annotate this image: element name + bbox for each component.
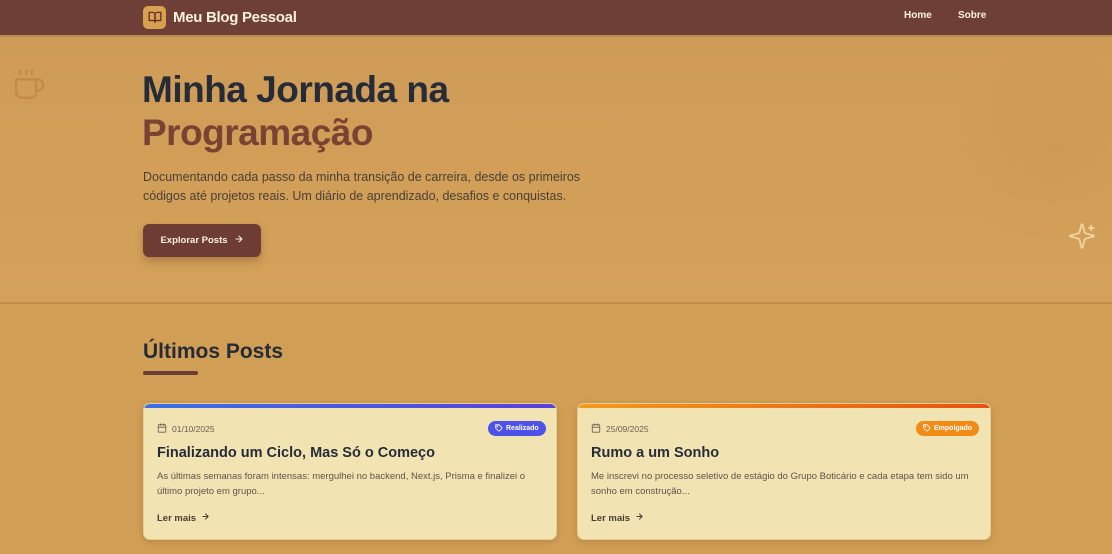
brand-link[interactable]: Meu Blog Pessoal xyxy=(143,5,297,29)
post-tag-badge: Empolgado xyxy=(916,421,980,436)
arrow-right-icon xyxy=(635,512,644,524)
arrow-right-icon xyxy=(201,512,210,524)
top-navbar: Meu Blog Pessoal Home Sobre xyxy=(0,0,1112,37)
post-tag-badge: Realizado xyxy=(488,421,546,436)
post-title[interactable]: Rumo a um Sonho xyxy=(591,445,981,461)
post-card[interactable]: 25/09/2025 Empolgado Rumo a um Sonho Me … xyxy=(577,403,991,540)
tag-icon xyxy=(495,423,503,434)
card-accent-bar xyxy=(144,404,556,408)
read-more-label: Ler mais xyxy=(157,512,197,524)
post-date-text: 25/09/2025 xyxy=(606,424,649,434)
post-title[interactable]: Finalizando um Ciclo, Mas Só o Começo xyxy=(157,445,547,461)
nav-link-home[interactable]: Home xyxy=(904,10,932,21)
section-title-underline xyxy=(143,371,198,375)
book-icon xyxy=(143,5,166,29)
hero-decorative-glow xyxy=(952,47,1112,247)
read-more-label: Ler mais xyxy=(591,512,631,524)
post-date: 25/09/2025 xyxy=(591,423,649,435)
sparkles-icon xyxy=(1068,222,1096,255)
post-date: 01/10/2025 xyxy=(157,423,215,435)
post-tag-label: Realizado xyxy=(506,425,539,432)
coffee-cup-icon xyxy=(12,68,46,107)
calendar-icon xyxy=(591,423,601,435)
explore-posts-button[interactable]: Explorar Posts xyxy=(143,224,261,257)
post-card[interactable]: 01/10/2025 Realizado Finalizando um Cicl… xyxy=(143,403,557,540)
latest-posts-title: Últimos Posts xyxy=(143,340,284,363)
arrow-right-icon xyxy=(234,234,244,247)
post-excerpt: As últimas semanas foram intensas: mergu… xyxy=(157,471,526,497)
post-excerpt: Me inscrevi no processo seletivo de está… xyxy=(591,471,969,497)
hero-title-line1: Minha Jornada na xyxy=(142,69,449,110)
hero-section: Minha Jornada na Programação Documentand… xyxy=(0,37,1112,304)
hero-title-accent: Programação xyxy=(142,112,374,153)
tag-icon xyxy=(923,423,931,434)
read-more-link[interactable]: Ler mais xyxy=(157,512,210,524)
brand-title: Meu Blog Pessoal xyxy=(173,8,297,26)
nav-link-sobre[interactable]: Sobre xyxy=(958,10,986,21)
card-accent-bar xyxy=(578,404,990,408)
read-more-link[interactable]: Ler mais xyxy=(591,512,644,524)
post-tag-label: Empolgado xyxy=(934,425,973,432)
hero-title: Minha Jornada na Programação xyxy=(142,68,642,154)
explore-posts-label: Explorar Posts xyxy=(160,235,228,246)
hero-description: Documentando cada passo da minha transiç… xyxy=(143,170,581,203)
post-date-text: 01/10/2025 xyxy=(172,424,215,434)
calendar-icon xyxy=(157,423,167,435)
